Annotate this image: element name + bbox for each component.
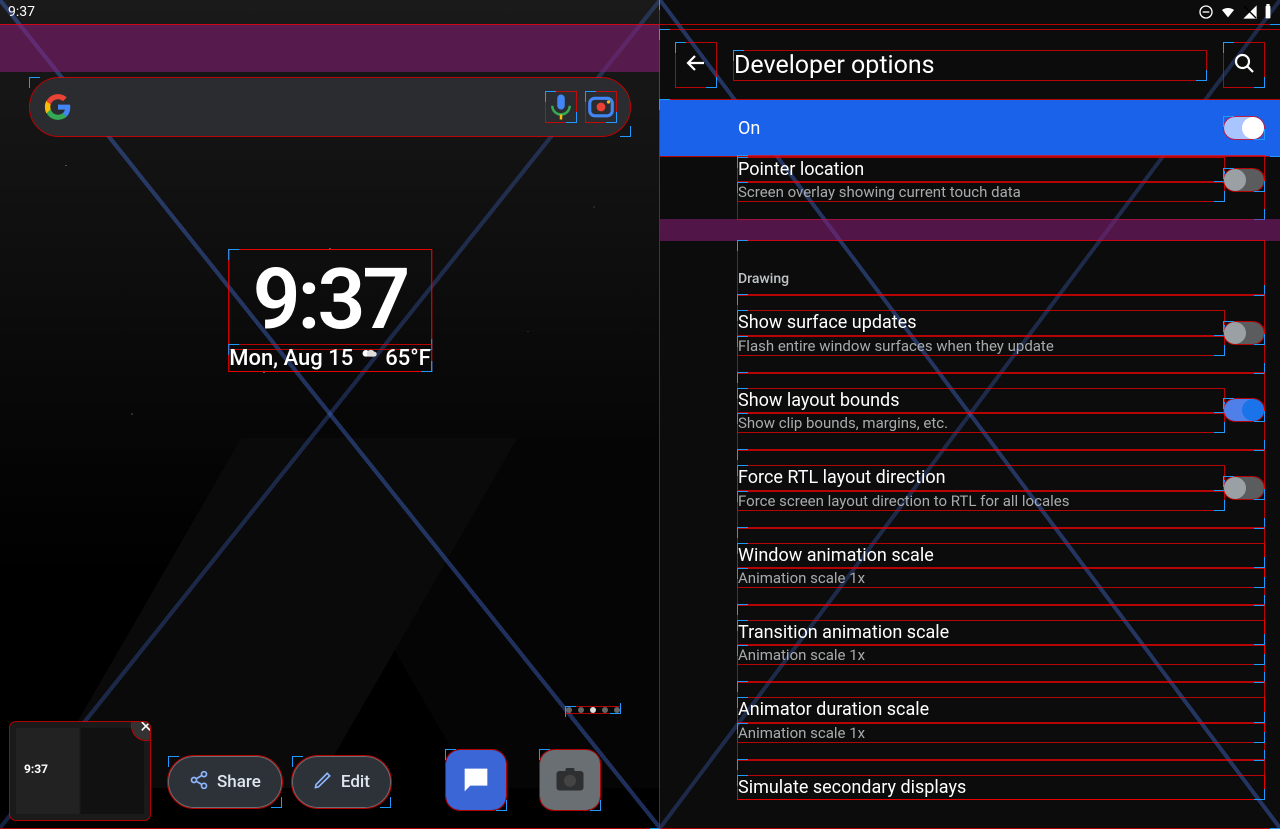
app-camera[interactable]	[540, 750, 600, 810]
setting-window-animation-scale[interactable]: Window animation scale Animation scale 1…	[738, 528, 1264, 605]
toggle-switch[interactable]	[1224, 399, 1264, 421]
settings-pane: Developer options On Pointer location Sc…	[660, 0, 1280, 828]
setting-sub: Show clip bounds, margins, etc.	[738, 414, 1224, 432]
dnd-icon	[1198, 4, 1214, 20]
share-icon	[189, 770, 209, 795]
setting-title: Window animation scale	[738, 544, 1264, 567]
setting-show-surface-updates[interactable]: Show surface updates Flash entire window…	[738, 295, 1264, 372]
master-switch[interactable]	[1224, 117, 1264, 139]
share-button[interactable]: Share	[168, 756, 282, 808]
edit-icon	[313, 770, 333, 795]
share-label: Share	[217, 772, 261, 792]
setting-sub: Force screen layout direction to RTL for…	[738, 492, 1224, 510]
signal-off-icon	[1242, 4, 1258, 20]
home-pane: 9:37 Mon, Aug 15 65°F 9:37 ✕	[0, 0, 660, 828]
app-bar: Developer options	[660, 30, 1280, 100]
setting-sub: Flash entire window surfaces when they u…	[738, 337, 1224, 355]
setting-transition-animation-scale[interactable]: Transition animation scale Animation sca…	[738, 605, 1264, 682]
setting-sub: Screen overlay showing current touch dat…	[738, 183, 1224, 201]
setting-title: Force RTL layout direction	[738, 466, 1224, 489]
setting-title: Show layout bounds	[738, 389, 1224, 412]
setting-force-rtl[interactable]: Force RTL layout direction Force screen …	[738, 450, 1264, 527]
lens-icon[interactable]	[586, 92, 616, 122]
app-messages[interactable]	[446, 750, 506, 810]
status-bar: 9:37	[0, 0, 1280, 24]
page-indicator	[566, 707, 620, 713]
setting-title: Transition animation scale	[738, 621, 1264, 644]
battery-icon	[1264, 4, 1272, 20]
clock-date-row: Mon, Aug 15 65°F	[229, 345, 431, 371]
master-switch-label: On	[738, 118, 760, 139]
setting-sub: Animation scale 1x	[738, 569, 1264, 587]
mic-icon[interactable]	[546, 92, 576, 122]
weather-icon	[359, 345, 379, 371]
clock-temp: 65°F	[385, 346, 431, 371]
toggle-switch[interactable]	[1224, 322, 1264, 344]
search-icon[interactable]	[1224, 43, 1264, 87]
setting-sub: Animation scale 1x	[738, 724, 1264, 742]
wifi-icon	[1220, 4, 1236, 20]
setting-title: Pointer location	[738, 158, 1224, 181]
page-title: Developer options	[734, 51, 1206, 80]
google-g-icon	[44, 93, 72, 121]
setting-animator-duration-scale[interactable]: Animator duration scale Animation scale …	[738, 682, 1264, 759]
edit-label: Edit	[341, 772, 370, 792]
google-search-bar[interactable]	[30, 78, 630, 136]
setting-sub: Animation scale 1x	[738, 646, 1264, 664]
thumb-clock: 9:37	[24, 762, 48, 776]
setting-pointer-location[interactable]: Pointer location Screen overlay showing …	[738, 156, 1264, 219]
toggle-switch[interactable]	[1224, 477, 1264, 499]
section-drawing: Drawing	[738, 241, 1264, 295]
setting-title: Show surface updates	[738, 311, 1224, 334]
search-input[interactable]	[82, 78, 536, 136]
setting-show-layout-bounds[interactable]: Show layout bounds Show clip bounds, mar…	[738, 373, 1264, 450]
setting-simulate-secondary-displays[interactable]: Simulate secondary displays	[738, 760, 1264, 799]
back-icon[interactable]	[676, 43, 716, 87]
setting-title: Simulate secondary displays	[738, 776, 1264, 799]
status-time: 9:37	[8, 4, 35, 20]
edit-button[interactable]: Edit	[292, 756, 391, 808]
toggle-switch[interactable]	[1224, 169, 1264, 191]
clock-widget[interactable]: 9:37 Mon, Aug 15 65°F	[229, 250, 431, 371]
screenshot-thumbnail[interactable]: 9:37 ✕	[10, 722, 150, 820]
master-switch-row[interactable]: On	[660, 100, 1280, 156]
setting-title: Animator duration scale	[738, 698, 1264, 721]
clock-time: 9:37	[229, 250, 431, 349]
clock-date: Mon, Aug 15	[229, 346, 353, 371]
